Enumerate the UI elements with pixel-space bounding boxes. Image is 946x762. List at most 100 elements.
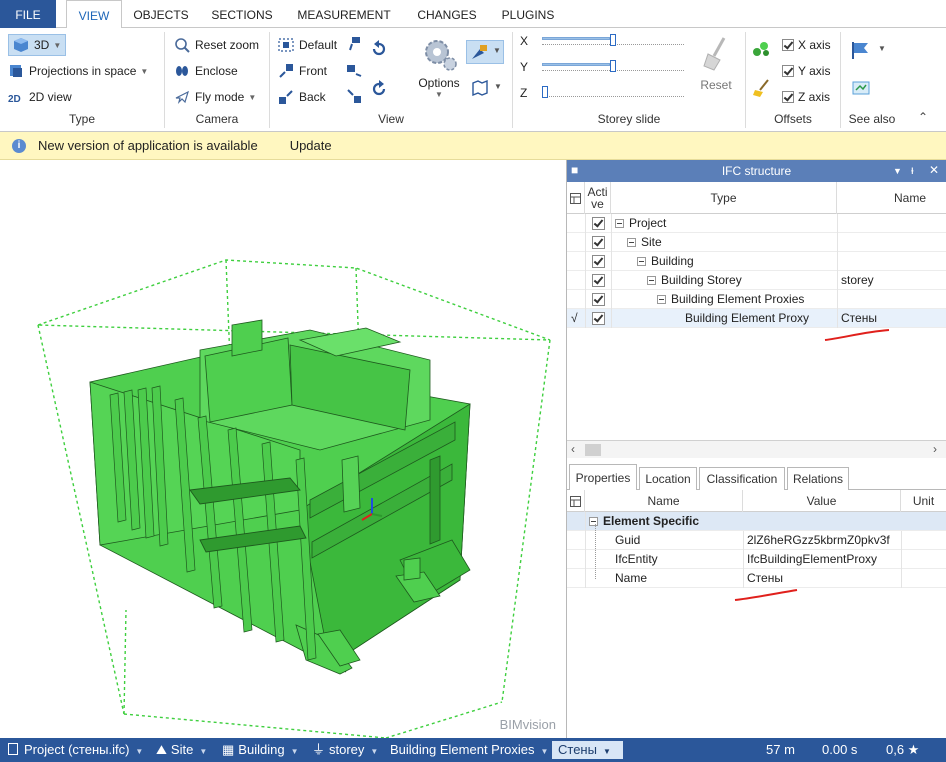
checkbox[interactable] — [782, 65, 794, 77]
grid-options-icon[interactable] — [567, 490, 585, 512]
dropdown-arrow-icon: ▼ — [493, 46, 501, 55]
tab-objects[interactable]: OBJECTS — [126, 0, 196, 28]
building-model — [37, 259, 551, 738]
tree-node: Building Element Proxies — [657, 290, 804, 309]
external-app-icon[interactable] — [852, 80, 870, 99]
dropdown-arrow-icon: ▼ — [140, 66, 149, 76]
tab-file[interactable]: FILE — [0, 0, 56, 28]
dropdown-arrow-icon: ▼ — [248, 92, 257, 102]
default-view-button[interactable]: Default — [278, 35, 337, 55]
checkbox[interactable] — [782, 39, 794, 51]
column-prop-value[interactable]: Value — [743, 490, 901, 512]
properties-panel: Properties Location Classification Relat… — [566, 460, 946, 738]
tab-classification[interactable]: Classification — [699, 467, 785, 490]
property-group-row[interactable]: Element Specific — [567, 512, 946, 531]
tab-plugins[interactable]: PLUGINS — [492, 0, 564, 28]
tree-row[interactable]: Site — [567, 233, 946, 252]
view-top-icon[interactable] — [346, 36, 362, 55]
column-prop-name[interactable]: Name — [585, 490, 743, 512]
column-active[interactable]: Acti ve — [585, 182, 611, 214]
breadcrumb-site[interactable]: ⛰ Site ▼ — [156, 738, 213, 762]
tree-row[interactable]: Project — [567, 214, 946, 233]
slider-y[interactable] — [542, 60, 684, 76]
offsets-clear-icon[interactable] — [752, 78, 772, 101]
group-label-camera: Camera — [195, 112, 239, 126]
property-row[interactable]: Guid 2lZ6heRGzz5kbrmZ0pkv3f — [567, 531, 946, 550]
map-button[interactable]: ▼ — [470, 78, 504, 98]
tab-properties[interactable]: Properties — [569, 464, 637, 491]
slider-z[interactable] — [542, 86, 684, 102]
active-checkbox[interactable] — [592, 312, 605, 325]
collapse-ribbon-icon[interactable]: ⌃ — [918, 110, 928, 124]
breadcrumb-current[interactable]: Стены ▼ — [552, 741, 623, 759]
property-value: IfcBuildingElementProxy — [747, 552, 878, 566]
offsets-objects-icon[interactable] — [752, 40, 772, 61]
group-label-view: View — [378, 112, 404, 126]
dropdown-arrow-icon: ▼ — [494, 82, 502, 91]
breadcrumb-building[interactable]: ▦ Building ▼ — [222, 738, 304, 762]
slider-x[interactable] — [542, 34, 684, 50]
projections-button[interactable]: Projections in space ▼ — [8, 61, 148, 81]
horizontal-scrollbar[interactable]: ‹ › — [567, 440, 946, 458]
3d-view-button[interactable]: 3D ▼ — [8, 34, 67, 56]
y-axis-checkbox[interactable]: Y axis — [782, 61, 830, 81]
view-bottom-icon[interactable] — [346, 88, 362, 107]
render-mode-button[interactable]: ▼ — [466, 40, 504, 64]
reset-zoom-button[interactable]: Reset zoom — [174, 35, 259, 55]
panel-dropdown-icon[interactable]: ▼ — [893, 166, 902, 176]
collapse-icon — [615, 219, 624, 228]
tab-relations[interactable]: Relations — [787, 467, 849, 490]
breadcrumb-proxies[interactable]: Building Element Proxies ▼ — [390, 738, 554, 762]
options-button[interactable]: Options ▼ — [414, 34, 464, 106]
active-checkbox[interactable] — [592, 293, 605, 306]
storey-reset-button[interactable]: Reset — [694, 34, 738, 106]
tab-measurement[interactable]: MEASUREMENT — [288, 0, 400, 28]
back-view-button[interactable]: Back — [278, 87, 326, 107]
column-name[interactable]: Name — [837, 182, 946, 214]
collapse-icon — [637, 257, 646, 266]
tab-sections[interactable]: SECTIONS — [200, 0, 284, 28]
tab-location[interactable]: Location — [639, 467, 697, 490]
site-icon: ⛰ — [156, 742, 167, 757]
storey-reset-label: Reset — [700, 78, 732, 92]
z-axis-checkbox[interactable]: Z axis — [782, 87, 830, 107]
property-name: Name — [615, 571, 648, 585]
fly-mode-button[interactable]: Fly mode ▼ — [174, 87, 256, 107]
z-axis-label: Z axis — [798, 90, 831, 104]
x-axis-checkbox[interactable]: X axis — [782, 35, 831, 55]
breadcrumb-storey[interactable]: ⏚ storey ▼ — [312, 738, 384, 762]
breadcrumb-project[interactable]: Project (стены.ifc) ▼ — [8, 738, 149, 762]
slider-y-label: Y — [520, 60, 529, 74]
y-axis-label: Y axis — [798, 64, 831, 78]
dropdown-arrow-icon: ▼ — [878, 44, 886, 53]
close-icon[interactable]: ✕ — [929, 163, 939, 177]
property-value: 2lZ6heRGzz5kbrmZ0pkv3f — [747, 533, 890, 547]
tab-changes[interactable]: CHANGES — [406, 0, 488, 28]
checkbox[interactable] — [782, 91, 794, 103]
rotate-ccw-icon[interactable] — [370, 40, 388, 61]
tree-row[interactable]: Building Element Proxies — [567, 290, 946, 309]
tree-row[interactable]: Building — [567, 252, 946, 271]
grid-options-icon[interactable] — [567, 182, 585, 214]
column-type[interactable]: Type — [611, 182, 837, 214]
2d-view-button[interactable]: 2D 2D view — [8, 87, 72, 107]
property-row[interactable]: IfcEntity IfcBuildingElementProxy — [567, 550, 946, 569]
active-checkbox[interactable] — [592, 274, 605, 287]
tree-row[interactable]: Building Storey storey — [567, 271, 946, 290]
active-checkbox[interactable] — [592, 217, 605, 230]
column-prop-unit[interactable]: Unit — [901, 490, 946, 512]
properties-tab-bar: Properties Location Classification Relat… — [567, 460, 946, 491]
enclose-button[interactable]: Enclose — [174, 61, 238, 81]
collapse-icon — [647, 276, 656, 285]
update-link[interactable]: Update — [290, 138, 332, 153]
tab-view[interactable]: VIEW — [66, 0, 122, 29]
view-side-icon[interactable] — [346, 62, 362, 81]
front-view-button[interactable]: Front — [278, 61, 327, 81]
pin-icon[interactable]: ᵻ — [911, 163, 914, 177]
3d-viewport[interactable]: BIMvision — [0, 160, 566, 738]
active-checkbox[interactable] — [592, 255, 605, 268]
flag-button[interactable]: ▼ — [850, 40, 890, 60]
active-checkbox[interactable] — [592, 236, 605, 249]
ribbon-tab-bar: FILE VIEW OBJECTS SECTIONS MEASUREMENT C… — [0, 0, 946, 29]
rotate-cw-icon[interactable] — [370, 80, 388, 101]
